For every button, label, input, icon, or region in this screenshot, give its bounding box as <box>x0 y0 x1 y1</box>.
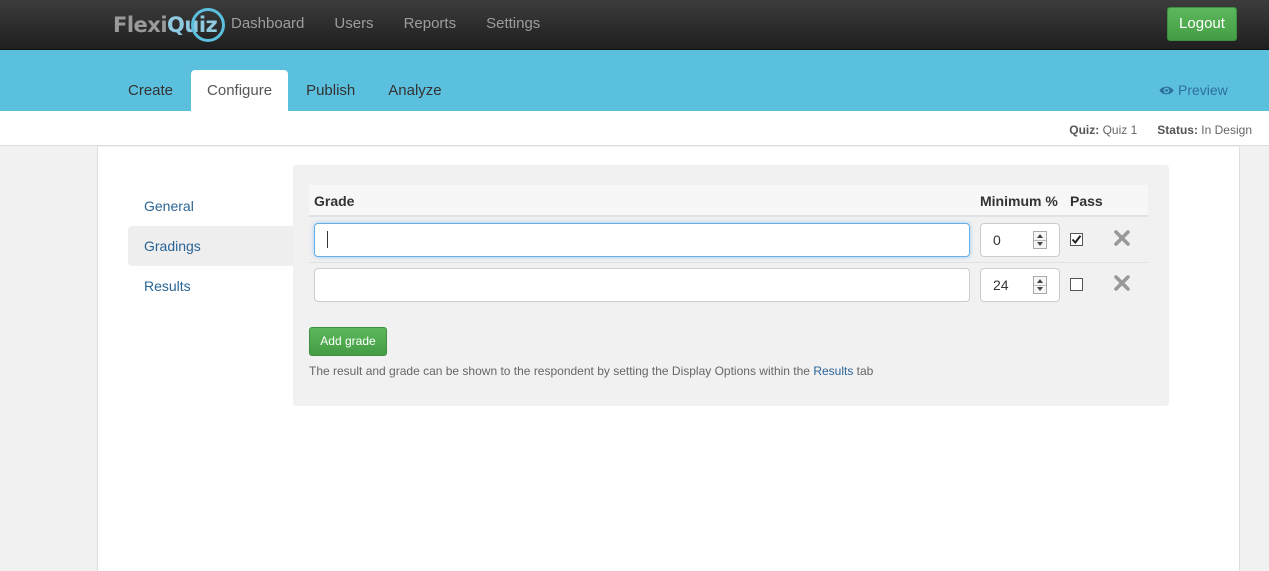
sidenav-general[interactable]: General <box>128 186 294 226</box>
quiz-tab-bar: Create Configure Publish Analyze <box>0 50 1269 111</box>
help-text-before: The result and grade can be shown to the… <box>309 364 814 378</box>
remove-grade-icon[interactable] <box>1113 229 1131 247</box>
remove-grade-icon[interactable] <box>1113 274 1131 292</box>
tab-publish[interactable]: Publish <box>291 70 370 111</box>
tab-create[interactable]: Create <box>113 70 188 111</box>
grade-name-input-1[interactable] <box>314 223 970 257</box>
logout-button[interactable]: Logout <box>1167 7 1237 41</box>
eye-icon <box>1159 86 1174 94</box>
minimum-value-2: 24 <box>993 277 1009 293</box>
preview-label: Preview <box>1178 82 1228 98</box>
grades-table-header: Grade Minimum % Pass <box>309 185 1148 217</box>
sidenav-results[interactable]: Results <box>128 266 294 306</box>
text-cursor <box>327 231 328 248</box>
pass-checkbox-2[interactable] <box>1070 278 1083 291</box>
minimum-percent-input-1[interactable]: 0 <box>980 223 1060 257</box>
status-label: Status: <box>1157 123 1198 137</box>
nav-reports[interactable]: Reports <box>389 0 472 50</box>
top-navbar: Flexi Quiz Dashboard Users Reports Setti… <box>0 0 1269 50</box>
logo-text-quiz: Quiz <box>167 8 226 42</box>
sidenav-gradings[interactable]: Gradings <box>128 226 294 266</box>
tab-analyze[interactable]: Analyze <box>373 70 456 111</box>
results-tab-link[interactable]: Results <box>813 364 853 378</box>
quiz-name: Quiz 1 <box>1102 123 1138 137</box>
grades-help-text: The result and grade can be shown to the… <box>309 364 873 378</box>
pass-checkbox-1[interactable] <box>1070 233 1083 246</box>
checkmark-icon <box>1071 235 1082 245</box>
status-bar: Quiz: Quiz 1 Status: In Design <box>0 111 1269 146</box>
status-value: In Design <box>1201 123 1252 137</box>
header-minimum: Minimum % <box>980 193 1058 209</box>
nav-settings[interactable]: Settings <box>471 0 555 50</box>
header-pass: Pass <box>1070 193 1103 209</box>
quiz-status: Quiz: Quiz 1 Status: In Design <box>1069 123 1252 137</box>
gradings-panel: Grade Minimum % Pass 0 24 Add grade The … <box>293 165 1169 406</box>
nav-users[interactable]: Users <box>319 0 388 50</box>
add-grade-button[interactable]: Add grade <box>309 327 387 356</box>
configure-side-nav: General Gradings Results <box>128 186 294 306</box>
row-divider <box>309 262 1148 263</box>
logo-text-flexi: Flexi <box>113 13 168 37</box>
minimum-percent-input-2[interactable]: 24 <box>980 268 1060 302</box>
main-content: General Gradings Results Grade Minimum %… <box>97 147 1240 571</box>
nav-dashboard[interactable]: Dashboard <box>216 0 319 50</box>
spinner-icon[interactable] <box>1033 231 1047 249</box>
preview-link[interactable]: Preview <box>1159 82 1228 98</box>
grade-name-input-2[interactable] <box>314 268 970 302</box>
header-grade: Grade <box>314 193 355 209</box>
minimum-value-1: 0 <box>993 232 1001 248</box>
quiz-label: Quiz: <box>1069 123 1100 137</box>
flexiquiz-logo[interactable]: Flexi Quiz <box>113 8 226 42</box>
spinner-icon[interactable] <box>1033 276 1047 294</box>
tab-configure[interactable]: Configure <box>191 70 289 111</box>
quiz-tabs: Create Configure Publish Analyze <box>113 70 460 111</box>
main-nav: Dashboard Users Reports Settings <box>216 0 555 50</box>
help-text-after: tab <box>853 364 874 378</box>
